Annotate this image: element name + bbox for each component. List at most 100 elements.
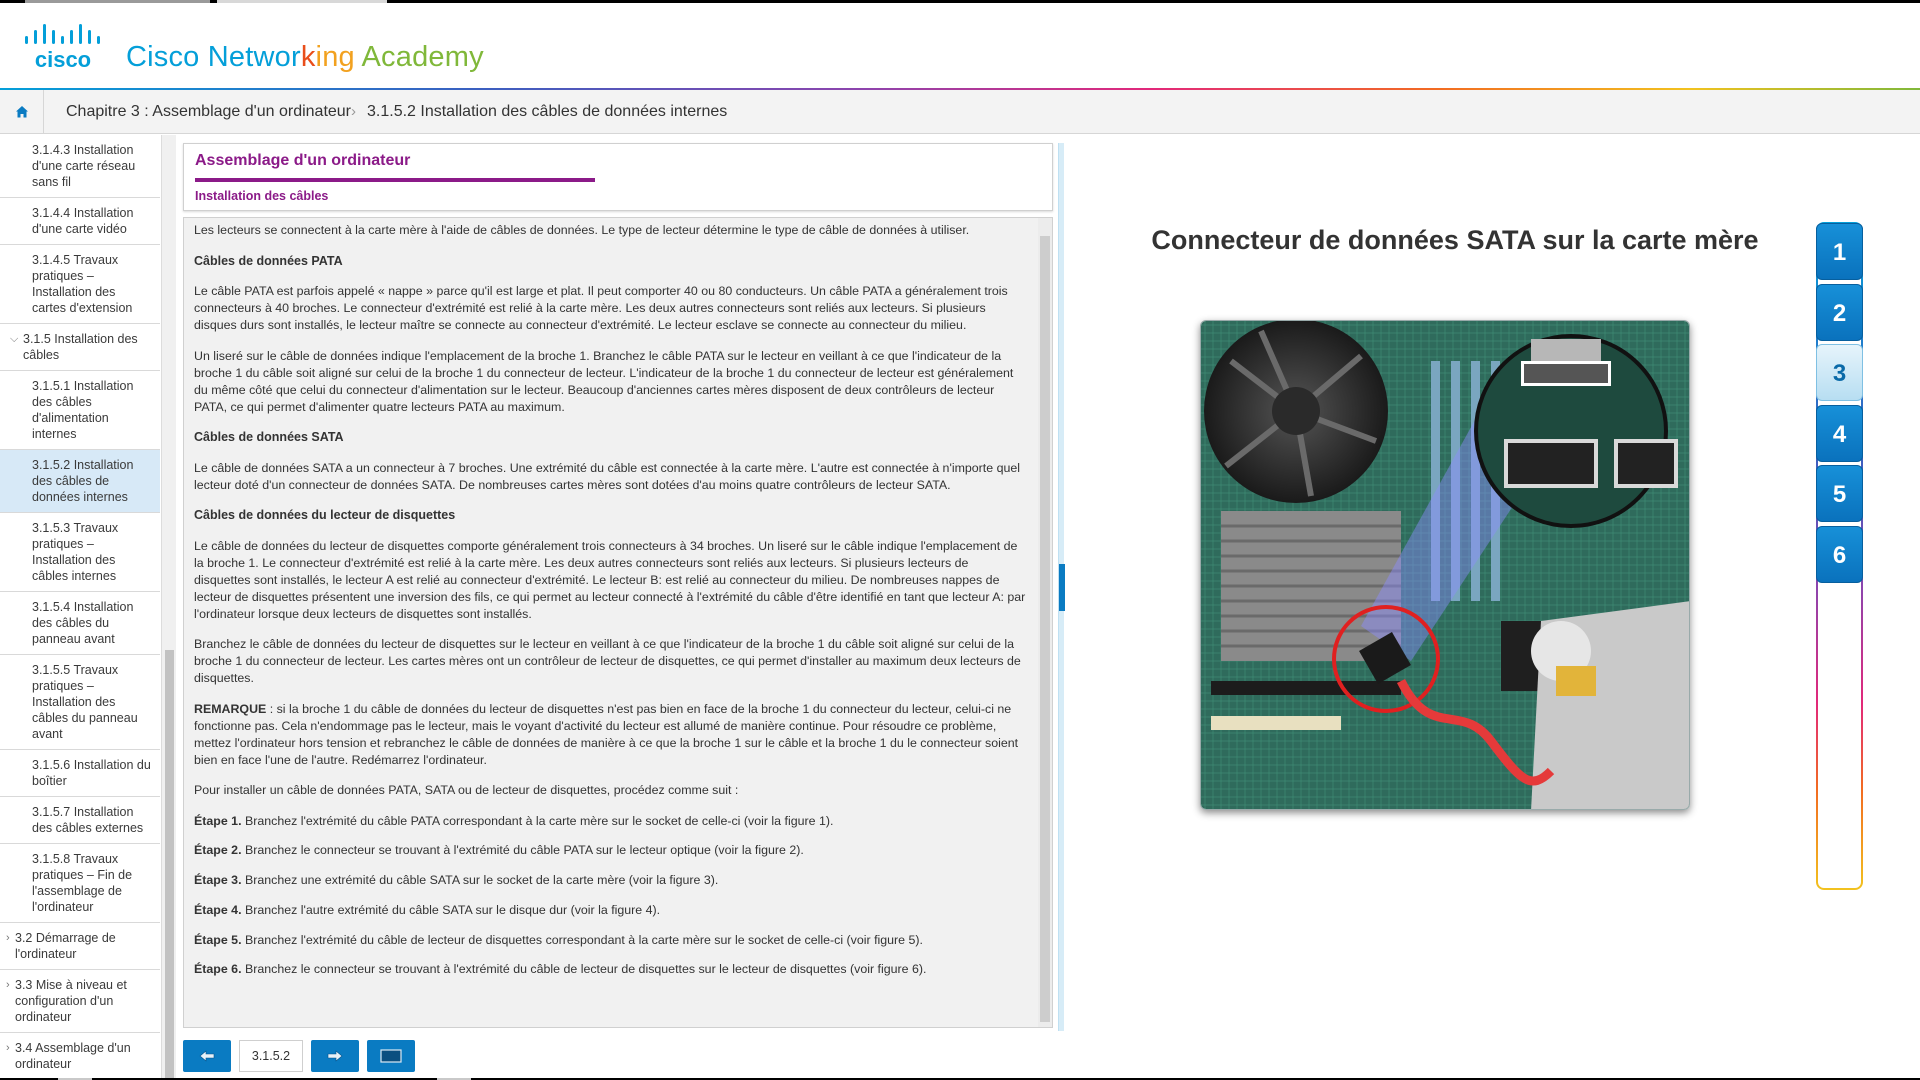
remark-text: : si la broche 1 du câble de données du …: [194, 701, 1019, 767]
arrow-right-icon: [327, 1050, 343, 1062]
breadcrumb: Chapitre 3 : Assemblage d'un ordinateur …: [0, 90, 1920, 134]
step-text: Branchez l'autre extrémité du câble SATA…: [241, 902, 661, 917]
sidebar-item-label: 3.1.5.1 Installation des câbles d'alimen…: [32, 379, 134, 441]
figure-button[interactable]: 6: [1816, 525, 1863, 583]
sidebar-item[interactable]: 3.1.5.3 Travaux pratiques – Installation…: [0, 513, 160, 592]
sidebar-item[interactable]: 3.1.5.5 Travaux pratiques – Installation…: [0, 655, 160, 750]
motherboard-illustration: [1201, 321, 1689, 809]
article-body: Les lecteurs se connectent à la carte mè…: [183, 217, 1053, 1028]
breadcrumb-current[interactable]: 3.1.5.2 Installation des câbles de donné…: [367, 90, 727, 134]
sidebar-item[interactable]: 3.1.5.1 Installation des câbles d'alimen…: [0, 371, 160, 450]
sidebar-item-label: 3.1.4.3 Installation d'une carte réseau …: [32, 143, 136, 189]
article-text: Les lecteurs se connectent à la carte mè…: [194, 222, 1026, 991]
step-text: Branchez l'extrémité du câble PATA corre…: [241, 813, 834, 828]
page-number-field[interactable]: 3.1.5.2: [239, 1040, 303, 1072]
remark-label: REMARQUE: [194, 701, 267, 716]
pata-paragraph: Un liseré sur le câble de données indiqu…: [194, 348, 1014, 414]
sidebar-item[interactable]: 3.1.5.4 Installation des câbles du panne…: [0, 592, 160, 655]
next-page-button[interactable]: [311, 1040, 359, 1072]
motherboard-sata-photo: [1200, 320, 1690, 810]
site-header: cisco Cisco Networking Academy: [0, 3, 1920, 89]
sata-heading: Câbles de données SATA: [194, 430, 344, 444]
course-outline-sidebar: 3.1.4.3 Installation d'une carte réseau …: [0, 135, 176, 1080]
figure-button[interactable]: 1: [1816, 223, 1863, 280]
sidebar-item[interactable]: 3.1.4.5 Travaux pratiques – Installation…: [0, 245, 160, 324]
sidebar-item[interactable]: › 3.3 Mise à niveau et configuration d'un…: [0, 970, 160, 1033]
pane-resize-handle[interactable]: [1059, 564, 1065, 611]
step-label: Étape 4.: [194, 902, 242, 917]
sidebar-item[interactable]: › 3.2 Démarrage de l'ordinateur: [0, 923, 160, 970]
floppy-paragraph: Branchez le câble de données du lecteur …: [194, 637, 1021, 685]
step-item: Étape 4. Branchez l'autre extrémité du c…: [194, 902, 1026, 919]
breadcrumb-separator: ›: [351, 103, 356, 120]
sidebar-item-label: 3.1.5.2 Installation des câbles de donné…: [32, 458, 134, 504]
pata-paragraph: Le câble PATA est parfois appelé « nappe…: [194, 284, 1008, 332]
step-label: Étape 3.: [194, 873, 242, 888]
sata-paragraph: Le câble de données SATA a un connecteur…: [194, 460, 1021, 492]
figure-title: Connecteur de données SATA sur la carte …: [1151, 225, 1759, 255]
article-subtitle: Installation des câbles: [195, 189, 329, 203]
sidebar-item-label: 3.1.4.5 Travaux pratiques – Installation…: [32, 253, 133, 315]
sidebar-item-label: 3.1.5.5 Travaux pratiques – Installation…: [32, 663, 138, 741]
article-header: Assemblage d'un ordinateur Installation …: [183, 143, 1053, 211]
sidebar-scrollbar-thumb[interactable]: [165, 650, 174, 1080]
cisco-logo[interactable]: cisco: [24, 23, 108, 71]
sidebar-item-label: 3.1.5.4 Installation des câbles du panne…: [32, 600, 134, 646]
chevron-down-icon: ⌵: [10, 333, 19, 345]
home-icon: [15, 106, 28, 118]
chevron-right-icon: ›: [6, 1042, 10, 1054]
step-item: Étape 3. Branchez une extrémité du câble…: [194, 872, 1026, 889]
sidebar-item-label: 3.1.5.6 Installation du boîtier: [32, 758, 151, 788]
breadcrumb-chapter-link[interactable]: Chapitre 3 : Assemblage d'un ordinateur: [66, 90, 351, 134]
sidebar-item-label: 3.1.5.8 Travaux pratiques – Fin de l'ass…: [32, 852, 133, 914]
arrow-left-icon: [199, 1050, 215, 1062]
sidebar-item-label: 3.1.5 Installation des câbles: [23, 332, 138, 362]
step-label: Étape 6.: [194, 962, 242, 977]
media-screen-button[interactable]: [367, 1040, 415, 1072]
cisco-wordmark: cisco: [35, 47, 91, 71]
sidebar-item[interactable]: 3.1.5.6 Installation du boîtier: [0, 750, 160, 797]
sidebar-item[interactable]: 3.1.5.8 Travaux pratiques – Fin de l'ass…: [0, 844, 160, 923]
sidebar-item[interactable]: 3.1.4.3 Installation d'une carte réseau …: [0, 135, 160, 198]
course-outline-list: 3.1.4.3 Installation d'une carte réseau …: [0, 135, 160, 1080]
previous-page-button[interactable]: [183, 1040, 231, 1072]
step-item: Étape 5. Branchez l'extrémité du câble d…: [194, 932, 1026, 949]
brand-title: Cisco Networking Academy: [126, 41, 484, 74]
floppy-heading: Câbles de données du lecteur de disquett…: [194, 508, 456, 522]
sidebar-item[interactable]: 3.1.5.7 Installation des câbles externes: [0, 797, 160, 844]
pata-heading: Câbles de données PATA: [194, 253, 343, 268]
step-label: Étape 5.: [194, 932, 242, 947]
intro-paragraph: Les lecteurs se connectent à la carte mè…: [194, 223, 970, 237]
step-item: Étape 2. Branchez le connecteur se trouv…: [194, 842, 1026, 859]
remark-paragraph: REMARQUE : si la broche 1 du câble de do…: [194, 701, 1026, 769]
chevron-right-icon: ›: [6, 932, 10, 944]
step-label: Étape 2.: [194, 843, 242, 858]
article-title: Assemblage d'un ordinateur: [195, 152, 411, 169]
sidebar-item[interactable]: 3.1.4.4 Installation d'une carte vidéo: [0, 198, 160, 245]
brand-part: ing: [315, 41, 362, 73]
sidebar-item-label: 3.4 Assemblage d'un ordinateur: [15, 1041, 131, 1071]
steps-list: Étape 1. Branchez l'extrémité du câble P…: [194, 813, 1026, 979]
sidebar-item-label: 3.1.5.7 Installation des câbles externes: [32, 805, 144, 835]
step-text: Branchez une extrémité du câble SATA sur…: [241, 873, 719, 888]
sidebar-item[interactable]: › 3.4 Assemblage d'un ordinateur: [0, 1033, 160, 1080]
figure-button[interactable]: 4: [1816, 404, 1863, 462]
figure-button[interactable]: 5: [1816, 465, 1863, 522]
home-button[interactable]: [0, 90, 44, 134]
sidebar-item-label: 3.1.4.4 Installation d'une carte vidéo: [32, 206, 134, 236]
step-text: Branchez le connecteur se trouvant à l'e…: [241, 843, 804, 858]
article-scrollbar[interactable]: [1038, 218, 1052, 1027]
step-label: Étape 1.: [194, 813, 242, 828]
sidebar-item[interactable]: 3.1.5.2 Installation des câbles de donné…: [0, 450, 160, 513]
article-scrollbar-thumb[interactable]: [1040, 236, 1050, 1022]
figure-button[interactable]: 3: [1816, 344, 1863, 401]
figure-button[interactable]: 2: [1816, 283, 1863, 341]
step-text: Branchez le connecteur se trouvant à l'e…: [241, 962, 927, 977]
sidebar-item-label: 3.2 Démarrage de l'ordinateur: [15, 931, 116, 961]
brand-part: k: [300, 41, 316, 73]
article-title-rule: [195, 178, 595, 182]
step-item: Étape 1. Branchez l'extrémité du câble P…: [194, 813, 1026, 830]
chevron-right-icon: ›: [6, 979, 10, 991]
sidebar-scrollbar[interactable]: [161, 135, 176, 1080]
sidebar-item[interactable]: ⌵ 3.1.5 Installation des câbles: [0, 324, 160, 371]
